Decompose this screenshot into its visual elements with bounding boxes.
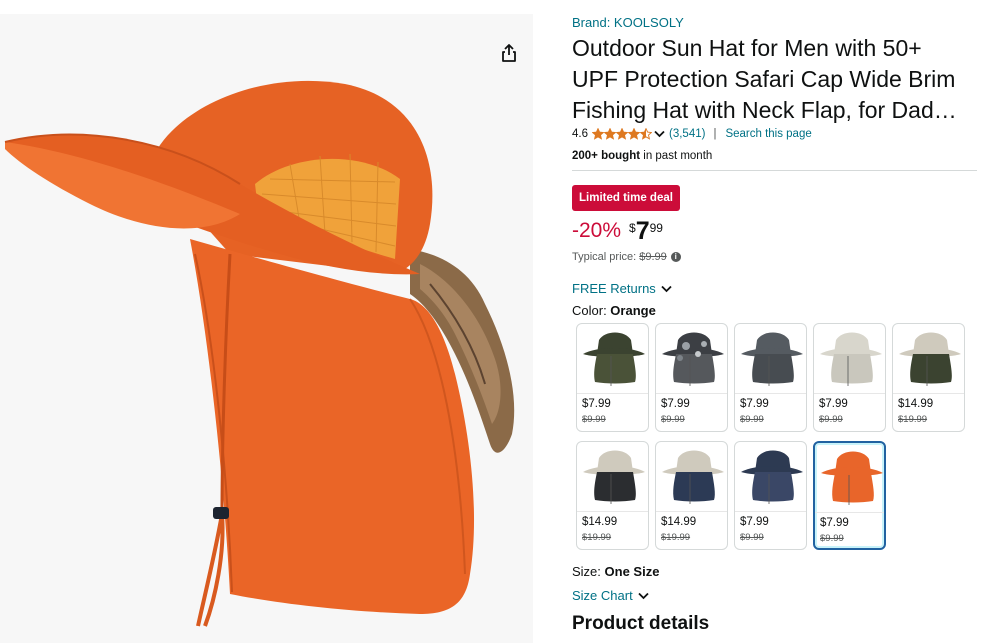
color-swatch[interactable]: $7.99 $9.99 xyxy=(813,441,886,550)
bought-suffix: in past month xyxy=(640,150,713,162)
swatch-old-price: $9.99 xyxy=(661,414,685,425)
swatch-price: $7.99 xyxy=(740,398,769,410)
swatch-image xyxy=(893,324,964,394)
title-line: Fishing Hat with Neck Flap, for Dad… xyxy=(572,97,957,123)
chevron-down-icon xyxy=(638,592,649,599)
share-button[interactable] xyxy=(496,40,522,66)
info-icon[interactable]: i xyxy=(670,252,681,262)
swatch-image xyxy=(656,442,727,512)
price-currency: $ xyxy=(629,221,636,235)
chevron-down-icon[interactable] xyxy=(654,130,665,138)
size-chart-label: Size Chart xyxy=(572,588,633,603)
bought-count: 200+ bought xyxy=(572,150,641,162)
swatch-image xyxy=(814,324,885,394)
color-swatch[interactable]: $14.99 $19.99 xyxy=(892,323,965,432)
color-label: Color: Orange xyxy=(572,303,656,318)
size-chart-dropdown[interactable]: Size Chart xyxy=(572,588,649,603)
size-label: Size: One Size xyxy=(572,564,659,579)
rating-count-link[interactable]: (3,541) xyxy=(669,128,705,140)
swatch-old-price: $9.99 xyxy=(582,414,606,425)
color-swatch[interactable]: $7.99 $9.99 xyxy=(813,323,886,432)
product-main-image xyxy=(4,80,515,627)
size-label-prefix: Size: xyxy=(572,564,605,579)
swatch-price: $7.99 xyxy=(820,517,849,529)
swatch-price: $14.99 xyxy=(661,516,697,528)
chevron-down-icon xyxy=(661,285,672,292)
star-icon xyxy=(640,128,652,140)
color-label-prefix: Color: xyxy=(572,303,611,318)
swatch-image xyxy=(577,442,648,512)
search-this-page-link[interactable]: Search this page xyxy=(725,128,811,140)
title-line: UPF Protection Safari Cap Wide Brim xyxy=(572,66,956,92)
swatch-price: $14.99 xyxy=(898,398,934,410)
color-swatch[interactable]: $14.99 $19.99 xyxy=(655,441,728,550)
star-icon xyxy=(592,128,604,140)
selected-size: One Size xyxy=(604,564,660,579)
swatch-old-price: $9.99 xyxy=(740,414,764,425)
swatch-old-price: $9.99 xyxy=(819,414,843,425)
price-row: -20% $ 7 99 xyxy=(572,217,663,245)
price-whole: 7 xyxy=(635,217,650,245)
color-swatch-grid: $7.99 $9.99 $7.99 $9.99 $7.99 $9.99 $7.99 $9.99… xyxy=(576,323,976,553)
swatch-image xyxy=(735,324,806,394)
share-icon xyxy=(502,44,516,62)
swatch-image xyxy=(815,443,884,513)
star-icon xyxy=(616,128,628,140)
swatch-image xyxy=(656,324,727,394)
swatch-price: $14.99 xyxy=(582,516,618,528)
swatch-old-price: $19.99 xyxy=(661,532,691,543)
color-swatch[interactable]: $7.99 $9.99 xyxy=(655,323,728,432)
swatch-price: $7.99 xyxy=(582,398,611,410)
free-returns-label: FREE Returns xyxy=(572,281,656,296)
typical-price: Typical price: $9.99 i xyxy=(572,251,681,263)
rating-row: 4.6 (3,541) | Search this page xyxy=(572,128,812,140)
bought-in-past-month: 200+ bought in past month xyxy=(572,150,712,162)
swatch-price: $7.99 xyxy=(819,398,848,410)
swatch-old-price: $19.99 xyxy=(582,532,612,543)
free-returns-dropdown[interactable]: FREE Returns xyxy=(572,281,672,296)
swatch-old-price: $9.99 xyxy=(740,532,764,543)
separator: | xyxy=(713,128,717,140)
typical-price-label: Typical price: xyxy=(572,251,637,263)
product-image-panel[interactable] xyxy=(0,14,533,643)
product-title: Outdoor Sun Hat for Men with 50+ UPF Pro… xyxy=(572,33,977,126)
swatch-image xyxy=(577,324,648,394)
color-swatch[interactable]: $7.99 $9.99 xyxy=(576,323,649,432)
rating-value: 4.6 xyxy=(572,128,588,140)
swatch-image xyxy=(735,442,806,512)
swatch-price: $7.99 xyxy=(740,516,769,528)
price-fraction: 99 xyxy=(649,221,663,235)
divider xyxy=(572,170,977,171)
color-swatch[interactable]: $14.99 $19.99 xyxy=(576,441,649,550)
swatch-price: $7.99 xyxy=(661,398,690,410)
title-line: Outdoor Sun Hat for Men with 50+ xyxy=(572,35,922,61)
star-icon xyxy=(628,128,640,140)
star-icon xyxy=(604,128,616,140)
swatch-old-price: $19.99 xyxy=(898,414,928,425)
brand-link[interactable]: Brand: KOOLSOLY xyxy=(572,15,684,30)
swatch-old-price: $9.99 xyxy=(820,533,844,544)
color-swatch[interactable]: $7.99 $9.99 xyxy=(734,323,807,432)
selected-color: Orange xyxy=(610,303,656,318)
discount-percent: -20% xyxy=(572,219,622,242)
limited-deal-badge: Limited time deal xyxy=(572,185,680,211)
star-rating[interactable] xyxy=(592,128,652,140)
color-swatch[interactable]: $7.99 $9.99 xyxy=(734,441,807,550)
typical-price-value: $9.99 xyxy=(639,251,667,263)
product-details-heading: Product details xyxy=(572,613,710,634)
